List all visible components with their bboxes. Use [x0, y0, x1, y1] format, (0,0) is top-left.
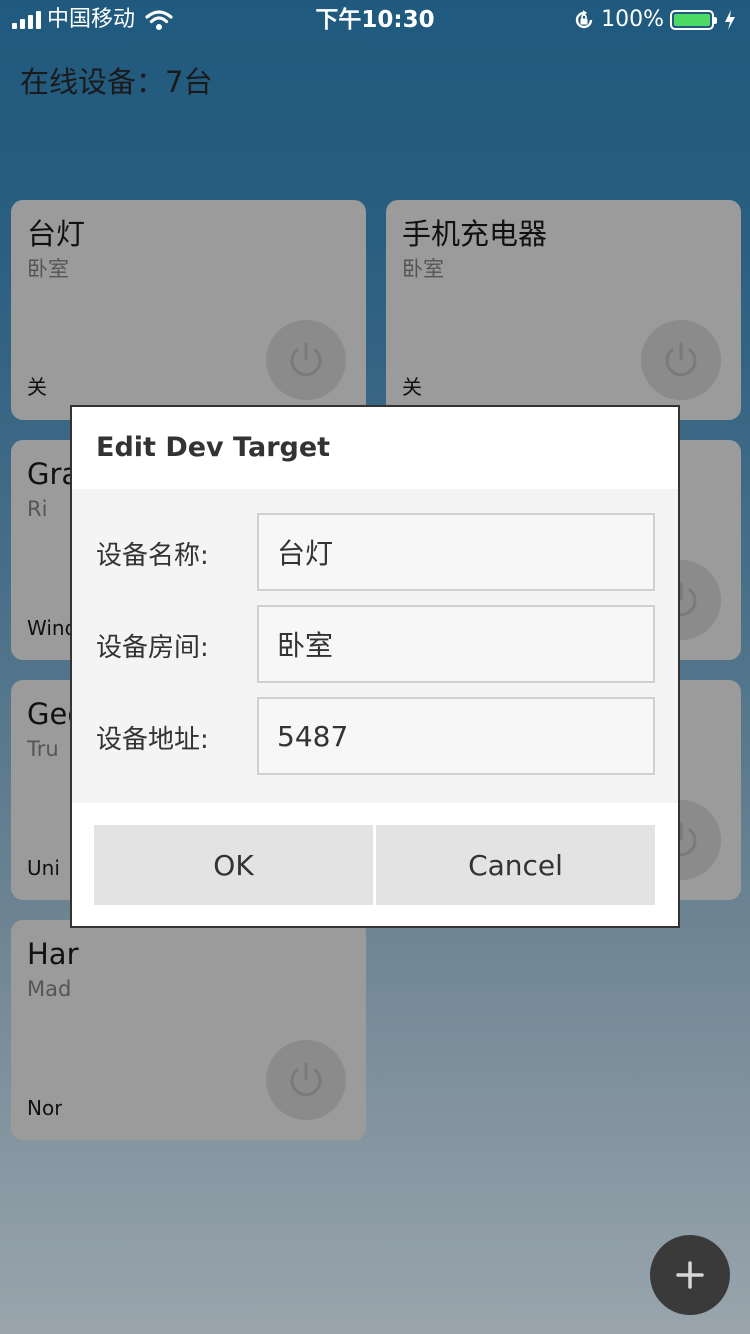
- power-icon: [665, 342, 697, 377]
- device-name: 台灯: [27, 217, 86, 251]
- battery-level: [674, 14, 710, 26]
- orientation-lock-icon: [575, 10, 593, 29]
- cancel-button[interactable]: Cancel: [376, 825, 655, 905]
- device-room-input[interactable]: [257, 605, 655, 683]
- device-name: Har: [27, 937, 79, 971]
- power-button[interactable]: [266, 1040, 346, 1120]
- device-state: Nor: [27, 1096, 63, 1120]
- battery-percent: 100%: [601, 7, 664, 32]
- power-button[interactable]: [641, 320, 721, 400]
- device-name-input[interactable]: [257, 513, 655, 591]
- plus-icon: [676, 1261, 704, 1289]
- online-device-count: 在线设备：7台: [20, 65, 213, 99]
- status-bar: 中国移动 下午10:30 100%: [0, 0, 750, 40]
- device-address-label: 设备地址:: [96, 725, 209, 755]
- power-button[interactable]: [266, 320, 346, 400]
- add-device-button[interactable]: [650, 1235, 730, 1315]
- device-state: Uni: [27, 856, 60, 880]
- device-room: Mad: [27, 977, 72, 1001]
- device-address-input[interactable]: [257, 697, 655, 775]
- device-card[interactable]: 手机充电器 卧室 关: [386, 200, 741, 420]
- dialog-form: 设备名称: 设备房间: 设备地址:: [72, 489, 678, 803]
- device-name-label: 设备名称:: [96, 541, 209, 571]
- ok-button[interactable]: OK: [94, 825, 373, 905]
- device-card[interactable]: 台灯 卧室 关: [11, 200, 366, 420]
- device-room: 卧室: [402, 257, 444, 281]
- power-icon: [290, 342, 322, 377]
- charging-icon: [725, 10, 735, 30]
- device-state: 关: [27, 375, 47, 399]
- device-name: 手机充电器: [402, 217, 548, 251]
- device-card[interactable]: Har Mad Nor: [11, 920, 366, 1140]
- device-room-label: 设备房间:: [96, 633, 209, 663]
- edit-device-dialog: Edit Dev Target 设备名称: 设备房间: 设备地址: OK Can…: [70, 405, 680, 928]
- device-room: 卧室: [27, 257, 69, 281]
- battery-icon: [670, 10, 717, 30]
- power-icon: [290, 1062, 322, 1097]
- dialog-title: Edit Dev Target: [96, 432, 331, 463]
- status-bar-right: 100%: [573, 6, 736, 34]
- device-state: 关: [402, 375, 422, 399]
